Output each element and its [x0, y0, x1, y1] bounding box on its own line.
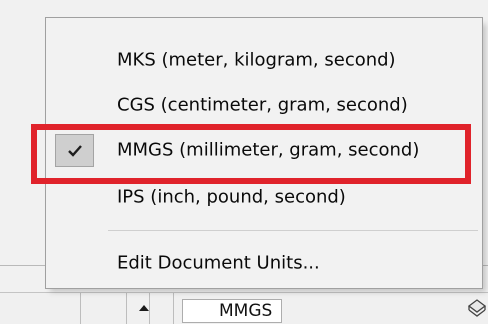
highlight-box [31, 124, 471, 184]
menu-item-label: IPS (inch, pound, second) [117, 186, 346, 208]
status-separator [126, 293, 127, 324]
menu-item-label: MKS (meter, kilogram, second) [117, 49, 396, 71]
status-separator [80, 293, 81, 324]
menu-item-edit-document-units[interactable]: Edit Document Units... [46, 243, 482, 283]
options-icon[interactable] [466, 296, 488, 320]
status-separator [149, 293, 150, 324]
units-value: MMGS [219, 301, 273, 321]
menu-item-cgs[interactable]: CGS (centimeter, gram, second) [46, 85, 482, 125]
status-separator [173, 293, 174, 324]
caret-up-icon[interactable] [139, 305, 149, 311]
menu-item-label: Edit Document Units... [117, 252, 320, 274]
units-dropdown[interactable]: MMGS [182, 299, 282, 323]
menu-item-mks[interactable]: MKS (meter, kilogram, second) [46, 40, 482, 80]
menu-item-label: CGS (centimeter, gram, second) [117, 94, 408, 116]
menu-divider [108, 230, 478, 231]
